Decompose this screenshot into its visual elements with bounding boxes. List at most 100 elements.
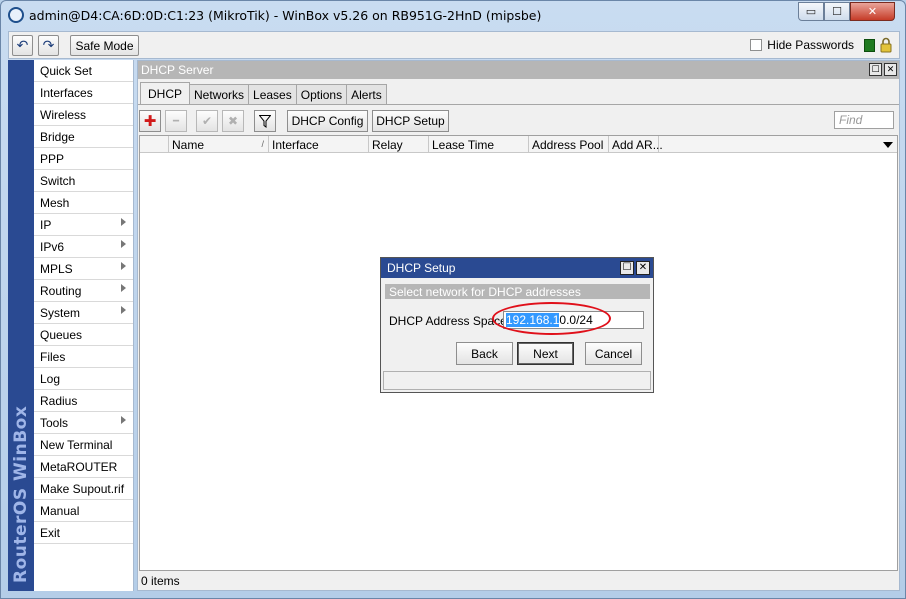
address-space-label: DHCP Address Space: xyxy=(389,314,511,328)
sidebar-item-label: Exit xyxy=(40,525,61,540)
submenu-arrow-icon xyxy=(121,306,126,314)
column-header-marker[interactable] xyxy=(140,136,169,153)
lock-icon xyxy=(880,37,892,53)
sidebar-item-wireless[interactable]: Wireless xyxy=(34,104,133,126)
hide-passwords-toggle[interactable]: Hide Passwords xyxy=(750,38,854,52)
sidebar-item-ip[interactable]: IP xyxy=(34,214,133,236)
close-button[interactable]: ✕ xyxy=(850,2,895,21)
submenu-arrow-icon xyxy=(121,284,126,292)
cancel-button[interactable]: Cancel xyxy=(585,342,642,365)
column-header-relay[interactable]: Relay xyxy=(369,136,429,153)
sidebar-item-label: Queues xyxy=(40,327,83,342)
title-bar[interactable]: admin@D4:CA:6D:0D:C1:23 (MikroTik) - Win… xyxy=(1,1,905,29)
dialog-title-bar[interactable]: DHCP Setup ☐ ✕ xyxy=(381,258,653,278)
sidebar-item-label: Switch xyxy=(40,173,76,188)
sidebar-item-ppp[interactable]: PPP xyxy=(34,148,133,170)
sidebar-item-label: PPP xyxy=(40,151,65,166)
sidebar-item-label: Bridge xyxy=(40,129,75,144)
enable-button[interactable]: ✔ xyxy=(196,110,218,132)
winbox-window: admin@D4:CA:6D:0D:C1:23 (MikroTik) - Win… xyxy=(0,0,906,599)
sidebar-item-files[interactable]: Files xyxy=(34,346,133,368)
sidebar-item-queues[interactable]: Queues xyxy=(34,324,133,346)
column-chooser-icon[interactable] xyxy=(883,142,893,148)
dialog-close-button[interactable]: ✕ xyxy=(636,261,650,275)
item-count: 0 items xyxy=(141,574,180,588)
panel-title: DHCP Server xyxy=(141,63,214,77)
filter-button[interactable] xyxy=(254,110,276,132)
sidebar-item-label: Files xyxy=(40,349,66,364)
sidebar-item-label: Tools xyxy=(40,415,69,430)
minimize-button[interactable]: ▭ xyxy=(798,2,824,21)
x-icon: ✖ xyxy=(227,114,239,128)
maximize-icon: ☐ xyxy=(832,6,842,18)
dialog-title: DHCP Setup xyxy=(387,261,456,275)
column-header-name[interactable]: Name / xyxy=(169,136,269,153)
hide-passwords-checkbox[interactable] xyxy=(750,39,763,51)
panel-title-bar[interactable]: DHCP Server ☐ ✕ xyxy=(138,61,899,79)
address-space-input[interactable]: 192.168.1 0.0/24 xyxy=(503,311,644,329)
safe-mode-label: Safe Mode xyxy=(75,38,134,53)
dhcp-setup-button[interactable]: DHCP Setup xyxy=(372,110,449,132)
sidebar-item-label: Mesh xyxy=(40,195,70,210)
column-header-add-arp[interactable]: Add AR... xyxy=(609,136,663,153)
add-icon: ✚ xyxy=(143,113,157,130)
connection-status-icon xyxy=(864,39,875,52)
check-icon: ✔ xyxy=(201,114,213,128)
maximize-button[interactable]: ☐ xyxy=(824,2,850,21)
sidebar-item-label: MetaROUTER xyxy=(40,459,118,474)
unselected-text: 0.0/24 xyxy=(559,313,593,327)
sidebar-item-radius[interactable]: Radius xyxy=(34,390,133,412)
tab-networks[interactable]: Networks xyxy=(189,84,250,104)
submenu-arrow-icon xyxy=(121,262,126,270)
sidebar-item-make-supout-rif[interactable]: Make Supout.rif xyxy=(34,478,133,500)
find-input[interactable]: Find xyxy=(834,111,894,129)
back-button[interactable]: Back xyxy=(456,342,513,365)
panel-tabs: DHCP Networks Leases Options Alerts xyxy=(140,82,387,104)
sidebar-item-tools[interactable]: Tools xyxy=(34,412,133,434)
sidebar-item-mesh[interactable]: Mesh xyxy=(34,192,133,214)
column-header-lease-time[interactable]: Lease Time xyxy=(429,136,529,153)
dhcp-config-button[interactable]: DHCP Config xyxy=(287,110,368,132)
dialog-status-bar xyxy=(383,371,651,390)
tab-dhcp[interactable]: DHCP xyxy=(140,82,191,104)
sidebar-item-routing[interactable]: Routing xyxy=(34,280,133,302)
sidebar-item-metarouter[interactable]: MetaROUTER xyxy=(34,456,133,478)
sidebar-item-manual[interactable]: Manual xyxy=(34,500,133,522)
panel-close-button[interactable]: ✕ xyxy=(884,63,897,76)
sidebar-item-system[interactable]: System xyxy=(34,302,133,324)
sidebar-item-label: MPLS xyxy=(40,261,73,276)
restore-icon: ☐ xyxy=(871,64,880,74)
sidebar-item-exit[interactable]: Exit xyxy=(34,522,133,544)
undo-button[interactable]: ↶ xyxy=(12,35,33,56)
dialog-maximize-button[interactable]: ☐ xyxy=(620,261,634,275)
hide-passwords-label: Hide Passwords xyxy=(767,38,854,52)
sidebar-item-log[interactable]: Log xyxy=(34,368,133,390)
sidebar-item-mpls[interactable]: MPLS xyxy=(34,258,133,280)
close-icon: ✕ xyxy=(886,64,895,74)
sidebar-item-ipv6[interactable]: IPv6 xyxy=(34,236,133,258)
tab-options[interactable]: Options xyxy=(295,84,348,104)
redo-icon: ↷ xyxy=(42,37,55,53)
remove-button[interactable]: ━ xyxy=(165,110,187,132)
sidebar-item-label: System xyxy=(40,305,81,320)
sidebar-item-bridge[interactable]: Bridge xyxy=(34,126,133,148)
tab-leases[interactable]: Leases xyxy=(248,84,297,104)
add-button[interactable]: ✚ xyxy=(139,110,161,132)
sidebar-item-quick-set[interactable]: Quick Set xyxy=(34,60,133,82)
sidebar-item-switch[interactable]: Switch xyxy=(34,170,133,192)
sidebar-item-label: IPv6 xyxy=(40,239,65,254)
sidebar-item-interfaces[interactable]: Interfaces xyxy=(34,82,133,104)
tab-alerts[interactable]: Alerts xyxy=(346,84,387,104)
column-header-interface[interactable]: Interface xyxy=(269,136,369,153)
panel-restore-button[interactable]: ☐ xyxy=(869,63,882,76)
redo-button[interactable]: ↷ xyxy=(38,35,59,56)
window-title: admin@D4:CA:6D:0D:C1:23 (MikroTik) - Win… xyxy=(29,8,542,23)
safe-mode-button[interactable]: Safe Mode xyxy=(70,35,139,56)
sidebar-menu: Quick Set Interfaces Wireless Bridge PPP Swit… xyxy=(34,60,134,591)
disable-button[interactable]: ✖ xyxy=(222,110,244,132)
next-button[interactable]: Next xyxy=(517,342,574,365)
panel-toolbar: ✚ ━ ✔ ✖ DHCP Config DHCP Setup Find xyxy=(138,104,899,134)
column-header-address-pool[interactable]: Address Pool xyxy=(529,136,609,153)
sidebar-item-new-terminal[interactable]: New Terminal xyxy=(34,434,133,456)
dhcp-config-label: DHCP Config xyxy=(291,114,364,128)
